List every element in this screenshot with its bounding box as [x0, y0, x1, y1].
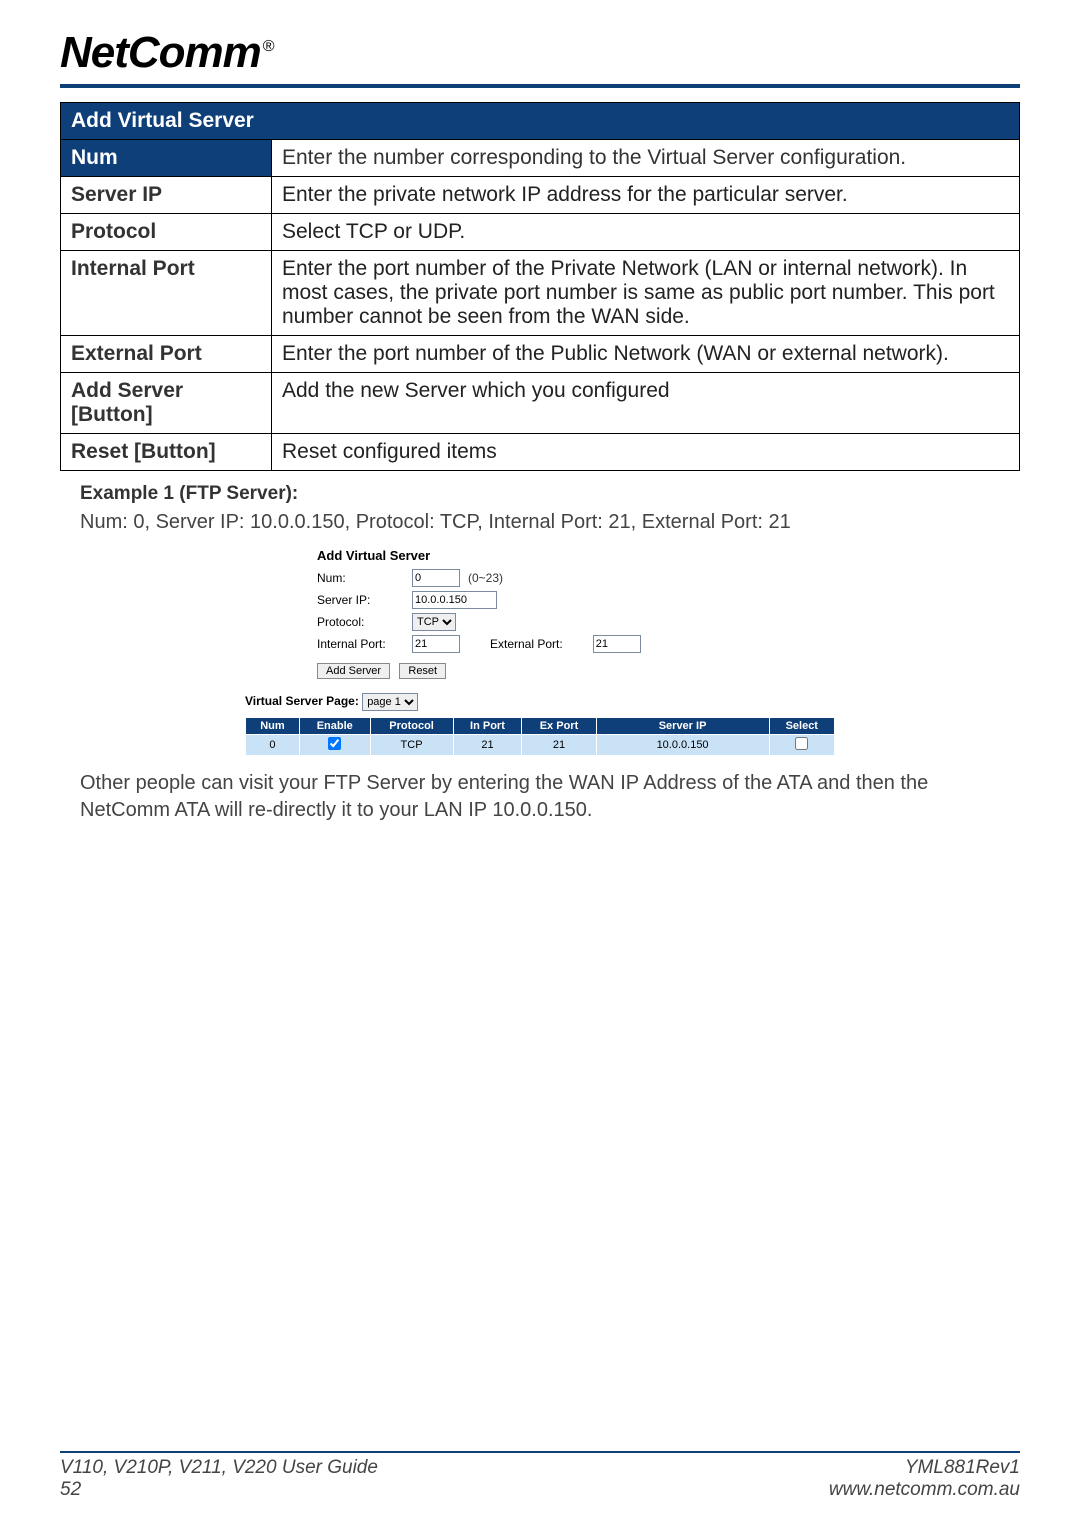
page-footer: V110, V210P, V211, V220 User Guide 52 YM… [60, 1451, 1020, 1501]
server-ip-label: Server IP: [317, 593, 412, 607]
def-row-label: Server IP [61, 177, 272, 214]
def-row-desc: Select TCP or UDP. [272, 214, 1020, 251]
example-line: Num: 0, Server IP: 10.0.0.150, Protocol:… [80, 509, 1020, 536]
def-row-label: Internal Port [61, 251, 272, 336]
add-server-button[interactable]: Add Server [317, 663, 390, 679]
vs-page-label: Virtual Server Page: [245, 694, 359, 708]
protocol-label: Protocol: [317, 615, 412, 629]
vs-th-select: Select [769, 718, 834, 735]
server-ip-input[interactable] [412, 591, 497, 609]
vs-table: Num Enable Protocol In Port Ex Port Serv… [245, 717, 835, 756]
internal-port-input[interactable] [412, 635, 460, 653]
num-input[interactable] [412, 569, 460, 587]
vs-th-num: Num [246, 718, 300, 735]
vs-cell-num: 0 [246, 735, 300, 756]
external-port-label: External Port: [490, 637, 563, 651]
protocol-select[interactable]: TCP [412, 613, 456, 631]
vs-th-inport: In Port [453, 718, 522, 735]
table-row: 0 TCP 21 21 10.0.0.150 [246, 735, 835, 756]
num-hint: (0~23) [468, 571, 503, 585]
vs-th-export: Ex Port [522, 718, 596, 735]
brand-text: NetComm [60, 28, 261, 77]
vs-cell-protocol: TCP [370, 735, 453, 756]
def-header: Add Virtual Server [61, 103, 1020, 140]
vs-cell-serverip: 10.0.0.150 [596, 735, 769, 756]
embedded-ui-panel: Add Virtual Server Num: (0~23) Server IP… [245, 548, 835, 756]
footer-rule [60, 1451, 1020, 1453]
brand-rule [60, 84, 1020, 88]
def-row-label: Reset [Button] [61, 434, 272, 471]
internal-port-label: Internal Port: [317, 637, 412, 651]
brand-logo: NetComm® [60, 28, 1020, 78]
def-row-desc: Reset configured items [272, 434, 1020, 471]
after-text: Other people can visit your FTP Server b… [80, 770, 1020, 824]
def-row-label: Num [61, 140, 272, 177]
def-row-desc: Add the new Server which you configured [272, 373, 1020, 434]
def-row-label: External Port [61, 336, 272, 373]
vs-select-checkbox[interactable] [795, 737, 808, 750]
ui-title: Add Virtual Server [317, 548, 835, 563]
footer-page-number: 52 [60, 1479, 378, 1501]
def-row-desc: Enter the private network IP address for… [272, 177, 1020, 214]
footer-guide-title: V110, V210P, V211, V220 User Guide [60, 1457, 378, 1479]
vs-th-enable: Enable [299, 718, 370, 735]
vs-th-serverip: Server IP [596, 718, 769, 735]
vs-page-select[interactable]: page 1 [362, 693, 418, 711]
footer-url: www.netcomm.com.au [829, 1479, 1020, 1501]
vs-cell-inport: 21 [453, 735, 522, 756]
def-row-desc: Enter the number corresponding to the Vi… [272, 140, 1020, 177]
vs-enable-checkbox[interactable] [328, 737, 341, 750]
def-row-desc: Enter the port number of the Private Net… [272, 251, 1020, 336]
def-row-label: Add Server [Button] [61, 373, 272, 434]
vs-th-protocol: Protocol [370, 718, 453, 735]
external-port-input[interactable] [593, 635, 641, 653]
vs-cell-export: 21 [522, 735, 596, 756]
reset-button[interactable]: Reset [399, 663, 446, 679]
definition-table: Add Virtual Server Num Enter the number … [60, 102, 1020, 471]
num-label: Num: [317, 571, 412, 585]
footer-doc-rev: YML881Rev1 [829, 1457, 1020, 1479]
brand-registered: ® [263, 38, 274, 55]
def-row-desc: Enter the port number of the Public Netw… [272, 336, 1020, 373]
def-row-label: Protocol [61, 214, 272, 251]
example-heading: Example 1 (FTP Server): [80, 483, 1020, 505]
